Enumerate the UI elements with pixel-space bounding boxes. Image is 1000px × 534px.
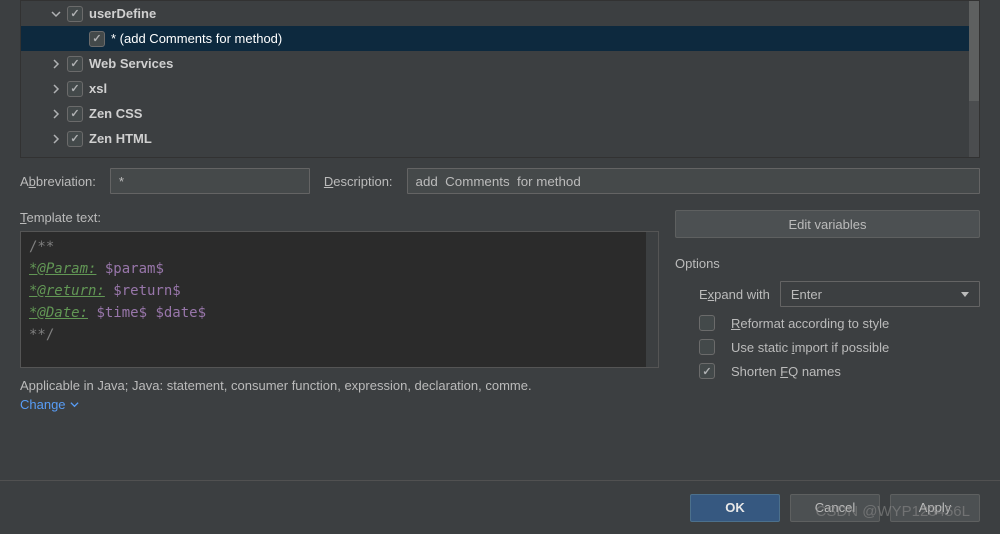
static-import-checkbox[interactable] [699, 339, 715, 355]
editor-scrollbar[interactable] [646, 232, 658, 367]
chevron-right-icon[interactable] [49, 82, 63, 96]
tree-label: Web Services [89, 56, 173, 71]
edit-variables-button[interactable]: Edit variables [675, 210, 980, 238]
template-tree: userDefine * (add Comments for method) Web… [20, 0, 980, 158]
chevron-right-icon[interactable] [49, 107, 63, 121]
tree-checkbox[interactable] [67, 81, 83, 97]
tree-label: * (add Comments for method) [111, 31, 282, 46]
chevron-down-icon [70, 400, 79, 409]
tree-checkbox[interactable] [67, 6, 83, 22]
editor-line: **/ [29, 327, 54, 343]
tree-label: Zen CSS [89, 106, 142, 121]
tree-scrollbar[interactable] [969, 1, 979, 157]
tree-checkbox[interactable] [67, 106, 83, 122]
static-import-label: Use static import if possible [731, 340, 889, 355]
tree-checkbox[interactable] [67, 56, 83, 72]
tree-row[interactable]: Zen HTML [21, 126, 979, 151]
expand-with-label: Expand with [699, 287, 770, 302]
options-label: Options [675, 256, 980, 271]
apply-button[interactable]: Apply [890, 494, 980, 522]
editor-variable: $return$ [105, 283, 181, 299]
reformat-checkbox[interactable] [699, 315, 715, 331]
tree-label: xsl [89, 81, 107, 96]
tree-row[interactable]: userDefine [21, 1, 979, 26]
template-text-label: Template text: [20, 210, 659, 225]
editor-variable: $time$ $date$ [88, 305, 206, 321]
abbreviation-input[interactable] [110, 168, 310, 194]
shorten-fq-label: Shorten FQ names [731, 364, 841, 379]
tree-row[interactable]: xsl [21, 76, 979, 101]
abbreviation-row: Abbreviation: Description: [0, 158, 1000, 194]
ok-button[interactable]: OK [690, 494, 780, 522]
abbreviation-label: Abbreviation: [20, 174, 96, 189]
description-label: Description: [324, 174, 393, 189]
editor-keyword: *@return: [29, 283, 105, 299]
editor-line: /** [29, 239, 54, 255]
cancel-button[interactable]: Cancel [790, 494, 880, 522]
tree-row[interactable]: Zen CSS [21, 101, 979, 126]
tree-checkbox[interactable] [89, 31, 105, 47]
chevron-right-icon [71, 32, 85, 46]
tree-row[interactable]: * (add Comments for method) [21, 26, 979, 51]
expand-with-select[interactable]: Enter [780, 281, 980, 307]
dialog-footer: OK Cancel Apply [0, 480, 1000, 534]
template-text-editor[interactable]: /** *@Param: $param$ *@return: $return$ … [20, 231, 659, 368]
shorten-fq-checkbox[interactable] [699, 363, 715, 379]
change-link[interactable]: Change [20, 397, 79, 412]
description-input[interactable] [407, 168, 980, 194]
tree-label: Zen HTML [89, 131, 152, 146]
tree-row[interactable]: Web Services [21, 51, 979, 76]
tree-scrollbar-thumb[interactable] [969, 1, 979, 101]
editor-keyword: *@Param: [29, 261, 96, 277]
applicable-text: Applicable in Java; Java: statement, con… [20, 378, 659, 393]
chevron-down-icon[interactable] [49, 7, 63, 21]
reformat-label: Reformat according to style [731, 316, 889, 331]
editor-variable: $param$ [96, 261, 163, 277]
chevron-right-icon[interactable] [49, 132, 63, 146]
editor-keyword: *@Date: [29, 305, 88, 321]
tree-label: userDefine [89, 6, 156, 21]
tree-checkbox[interactable] [67, 131, 83, 147]
chevron-right-icon[interactable] [49, 57, 63, 71]
